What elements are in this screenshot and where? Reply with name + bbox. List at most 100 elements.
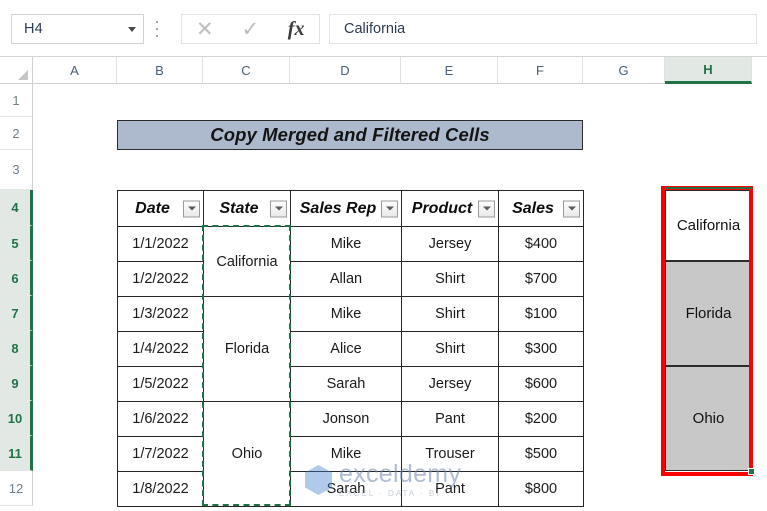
cell-sales-rep: Mike	[290, 296, 402, 332]
row-header-4[interactable]: 4	[0, 190, 33, 226]
column-header-label: D	[340, 62, 350, 78]
filter-dropdown-icon[interactable]	[563, 200, 580, 217]
result-merged-cell[interactable]: California	[665, 190, 752, 261]
column-header-b[interactable]: B	[117, 57, 203, 84]
cell-product: Shirt	[401, 296, 499, 332]
column-header-label: H	[703, 61, 713, 77]
name-box[interactable]: H4	[11, 14, 144, 44]
cell-date: 1/3/2022	[117, 296, 204, 332]
row-header-6[interactable]: 6	[0, 261, 33, 296]
column-header-f[interactable]: F	[498, 57, 583, 84]
column-header-d[interactable]: D	[290, 57, 401, 84]
column-header-label: B	[155, 62, 164, 78]
column-header-label: C	[241, 62, 251, 78]
cell-sales-rep: Mike	[290, 226, 402, 262]
row-header-label: 11	[8, 445, 22, 461]
table-row: 1/5/2022 Sarah Jersey $600	[117, 366, 584, 402]
row-header-8[interactable]: 8	[0, 331, 33, 366]
table-row: 1/7/2022 Mike Trouser $500	[117, 436, 584, 472]
column-header-e[interactable]: E	[401, 57, 498, 84]
column-header-label: A	[70, 62, 79, 78]
cell-sales: $100	[498, 296, 584, 332]
table-body: 1/1/2022 California Mike Jersey $400 1/2/2022…	[117, 226, 584, 507]
cell-product: Shirt	[401, 261, 499, 297]
filter-dropdown-icon[interactable]	[478, 200, 495, 217]
cell-sales: $800	[498, 471, 584, 507]
formula-input[interactable]: California	[329, 14, 757, 44]
row-header-3[interactable]: 3	[0, 150, 33, 190]
result-merged-cell-text: Ohio	[692, 410, 725, 427]
select-all-corner-button[interactable]	[0, 57, 33, 84]
row-header-label: 3	[12, 162, 20, 177]
title-banner[interactable]: Copy Merged and Filtered Cells	[117, 120, 583, 150]
row-header-label: 7	[11, 305, 19, 321]
row-header-11[interactable]: 11	[0, 436, 33, 471]
row-header-9[interactable]: 9	[0, 366, 33, 401]
row-header-1[interactable]: 1	[0, 84, 33, 117]
cell-sales-rep: Allan	[290, 261, 402, 297]
name-box-value: H4	[24, 21, 43, 37]
table-row: 1/8/2022 Sarah Pant $800	[117, 471, 584, 507]
row-header-label: 1	[12, 92, 20, 108]
cancel-x-icon[interactable]: ✕	[184, 15, 226, 43]
cell-sales-rep: Sarah	[290, 471, 402, 507]
cell-date: 1/2/2022	[117, 261, 204, 297]
name-box-dropdown-icon[interactable]	[121, 26, 143, 32]
column-header-label: E	[444, 62, 454, 78]
table-header-row: Date State Sales Rep Product Sales	[117, 190, 584, 227]
row-header-label: 8	[11, 340, 19, 356]
table-header-cell: State	[203, 190, 291, 227]
column-header-c[interactable]: C	[203, 57, 290, 84]
row-header-label: 12	[8, 480, 24, 496]
filter-dropdown-icon[interactable]	[270, 200, 287, 217]
cell-sales-rep: Mike	[290, 436, 402, 472]
row-header-10[interactable]: 10	[0, 401, 33, 436]
cell-date: 1/7/2022	[117, 436, 204, 472]
row-header-2[interactable]: 2	[0, 117, 33, 150]
cell-date: 1/4/2022	[117, 331, 204, 367]
row-header-label: 4	[11, 200, 19, 215]
cell-product: Trouser	[401, 436, 499, 472]
result-merged-cell-text: California	[676, 217, 741, 234]
column-header-h[interactable]: H	[665, 57, 752, 84]
cell-product: Jersey	[401, 366, 499, 402]
column-header-a[interactable]: A	[33, 57, 117, 84]
column-header-g[interactable]: G	[583, 57, 665, 84]
cell-state-merged: California	[203, 226, 291, 297]
title-banner-text: Copy Merged and Filtered Cells	[210, 124, 490, 145]
result-merged-cell[interactable]: Ohio	[665, 366, 752, 471]
cell-sales-rep: Jonson	[290, 401, 402, 437]
row-header-12[interactable]: 12	[0, 471, 33, 506]
formula-bar-drag-dots-icon	[152, 19, 162, 39]
row-header-strip: 1 2 3 4 5 6 7 8 9 10 11 12	[0, 84, 33, 511]
cell-date: 1/5/2022	[117, 366, 204, 402]
column-header-label: G	[618, 62, 629, 78]
fill-handle[interactable]	[748, 468, 755, 475]
filter-dropdown-icon[interactable]	[381, 200, 398, 217]
cell-product: Shirt	[401, 331, 499, 367]
cell-product: Jersey	[401, 226, 499, 262]
table-header-cell: Product	[401, 190, 499, 227]
sheet-area[interactable]: Copy Merged and Filtered Cells Date State…	[33, 84, 767, 511]
row-header-label: 5	[11, 235, 19, 251]
cell-sales: $400	[498, 226, 584, 262]
confirm-check-icon[interactable]: ✓	[229, 15, 271, 43]
table-row: 1/4/2022 Alice Shirt $300	[117, 331, 584, 367]
cell-sales: $500	[498, 436, 584, 472]
data-table[interactable]: Date State Sales Rep Product Sales 1/1/2022 C…	[117, 190, 584, 507]
formula-bar-buttons: ✕ ✓ fx	[181, 14, 320, 44]
table-header-cell: Sales	[498, 190, 584, 227]
table-header-cell: Date	[117, 190, 204, 227]
cell-sales: $200	[498, 401, 584, 437]
cell-sales-rep: Sarah	[290, 366, 402, 402]
fx-insert-function-icon[interactable]: fx	[275, 15, 317, 43]
table-header-cell: Sales Rep	[290, 190, 402, 227]
cell-date: 1/6/2022	[117, 401, 204, 437]
filter-dropdown-icon[interactable]	[183, 200, 200, 217]
row-header-5[interactable]: 5	[0, 226, 33, 261]
table-row: 1/3/2022 Florida Mike Shirt $100	[117, 296, 584, 402]
result-merged-cell[interactable]: Florida	[665, 261, 752, 366]
cell-sales: $700	[498, 261, 584, 297]
cell-product: Pant	[401, 401, 499, 437]
row-header-7[interactable]: 7	[0, 296, 33, 331]
